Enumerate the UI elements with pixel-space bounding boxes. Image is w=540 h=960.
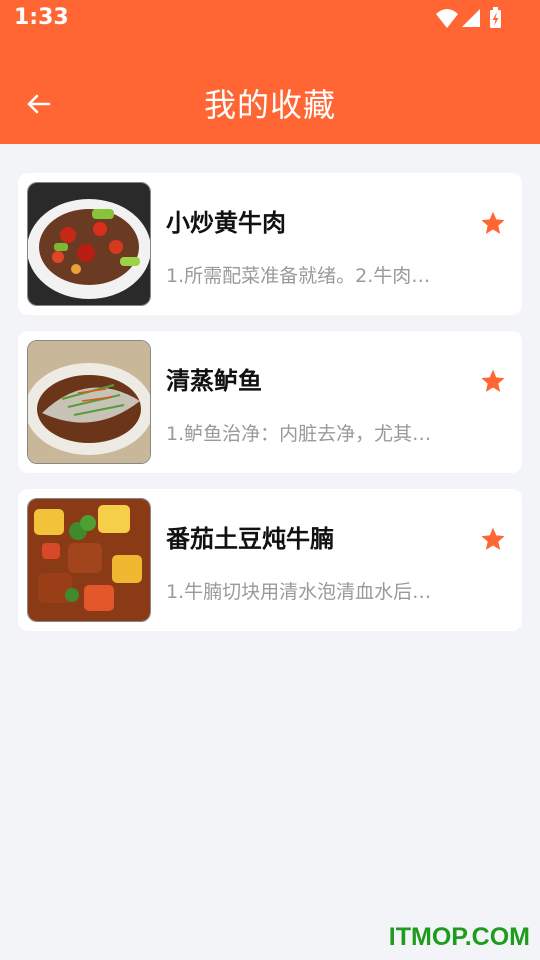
recipe-description: 1.所需配菜准备就绪。2.牛肉…: [166, 265, 431, 287]
recipe-thumbnail: [27, 498, 151, 622]
top-app-bar: 1:33 我的收藏: [0, 0, 540, 144]
recipe-description: 1.鲈鱼治净：内脏去净，尤其…: [166, 423, 432, 445]
status-icons: [436, 7, 501, 28]
recipe-name: 番茄土豆炖牛腩: [166, 525, 334, 553]
star-icon[interactable]: [480, 210, 506, 236]
recipe-description: 1.牛腩切块用清水泡清血水后…: [166, 581, 432, 603]
favorite-card[interactable]: 番茄土豆炖牛腩 1.牛腩切块用清水泡清血水后…: [18, 489, 522, 631]
recipe-thumbnail: [27, 340, 151, 464]
page-title: 我的收藏: [203, 86, 336, 124]
star-icon[interactable]: [480, 526, 506, 552]
wifi-icon: [436, 9, 458, 28]
favorite-card[interactable]: 清蒸鲈鱼 1.鲈鱼治净：内脏去净，尤其…: [18, 331, 522, 473]
status-time: 1:33: [14, 5, 69, 30]
watermark: ITMOP.COM: [388, 923, 530, 951]
battery-charging-icon: [490, 7, 501, 28]
recipe-thumbnail: [27, 182, 151, 306]
favorite-card[interactable]: 小炒黄牛肉 1.所需配菜准备就绪。2.牛肉…: [18, 173, 522, 315]
recipe-name: 小炒黄牛肉: [166, 209, 286, 237]
star-icon[interactable]: [480, 368, 506, 394]
favorites-list: 小炒黄牛肉 1.所需配菜准备就绪。2.牛肉… 清蒸鲈鱼 1.鲈鱼治净：内脏去净，…: [18, 173, 522, 647]
recipe-name: 清蒸鲈鱼: [166, 367, 262, 395]
signal-icon: [462, 9, 480, 27]
